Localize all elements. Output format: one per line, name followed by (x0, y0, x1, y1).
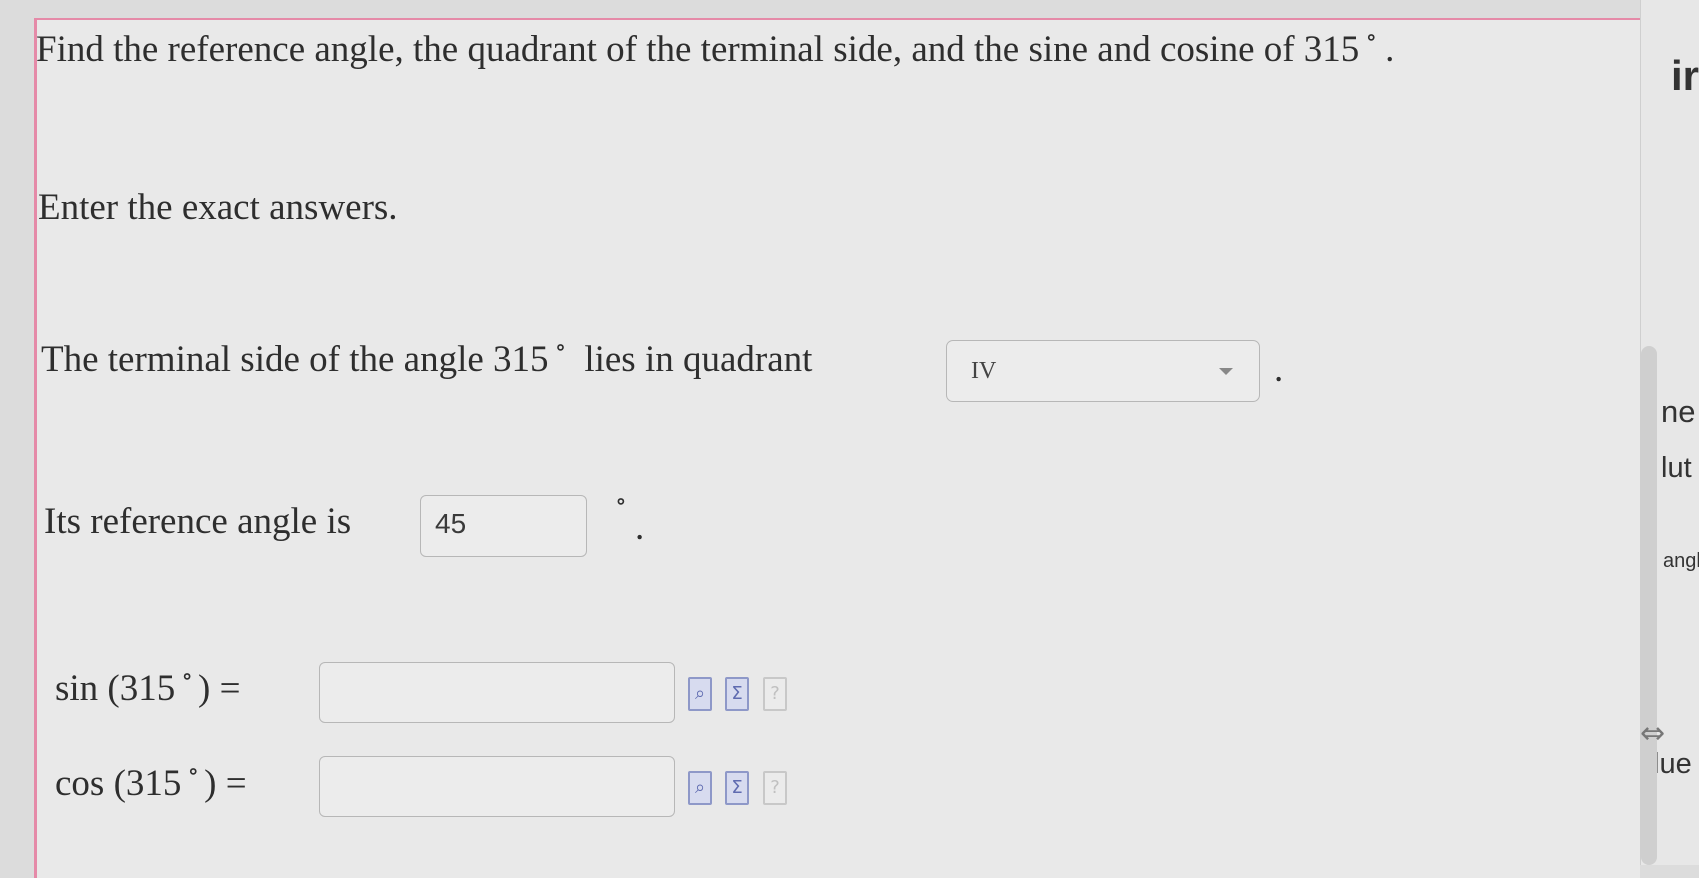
reference-angle-input[interactable]: 45 (420, 495, 587, 557)
sin-input[interactable] (319, 662, 675, 723)
quadrant-sentence: The terminal side of the angle 315 ∘ lies … (41, 335, 813, 380)
side-fragment-2: ne (1661, 394, 1696, 429)
side-fragment-5: lue (1653, 748, 1692, 780)
preview-icon[interactable]: ⌕ (688, 677, 712, 711)
sigma-icon[interactable]: Σ (725, 771, 749, 805)
side-fragment-1: ir (1671, 52, 1699, 99)
side-fragment-3: lut (1661, 452, 1692, 484)
preview-icon[interactable]: ⌕ (688, 771, 712, 805)
side-fragment-4: angl (1663, 550, 1699, 572)
quadrant-select[interactable]: IV (946, 340, 1260, 402)
reference-end-punct: . (635, 507, 645, 548)
quadrant-end-punct: . (1274, 349, 1284, 390)
help-icon[interactable]: ? (763, 771, 787, 805)
help-icon[interactable]: ? (763, 677, 787, 711)
sin-label: sin (315 ∘) = (55, 664, 241, 709)
quadrant-selected-value: IV (971, 358, 997, 384)
reference-degree: ∘ (615, 489, 627, 515)
vertical-scrollbar[interactable] (1641, 346, 1657, 865)
cos-input[interactable] (319, 756, 675, 817)
question-panel (34, 18, 1640, 878)
sigma-icon[interactable]: Σ (725, 677, 749, 711)
instruction-text: Enter the exact answers. (38, 187, 398, 228)
cos-label: cos (315 ∘) = (55, 759, 247, 804)
chevron-down-icon (1219, 368, 1233, 375)
resize-handle-icon[interactable]: ⇔ (1640, 716, 1665, 751)
problem-prompt: Find the reference angle, the quadrant o… (36, 25, 1395, 70)
reference-label: Its reference angle is (44, 501, 352, 542)
